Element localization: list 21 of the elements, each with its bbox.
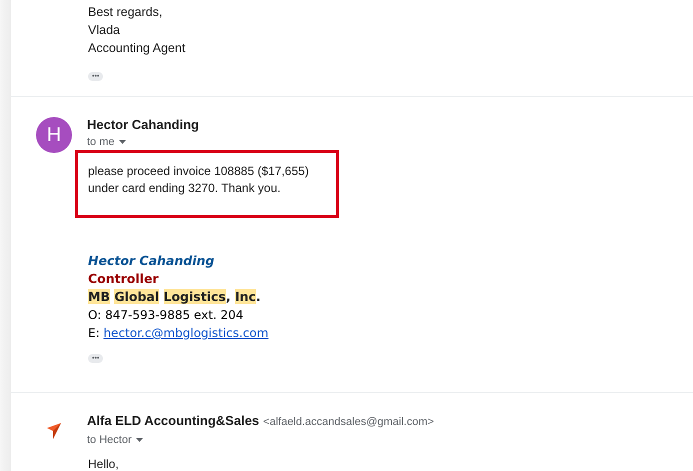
avatar: H	[36, 117, 72, 153]
sender-name: Hector Cahanding	[87, 117, 199, 132]
logo-icon	[47, 423, 61, 439]
sender-address: <alfaeld.accandsales@gmail.com>	[263, 416, 434, 428]
message-text: please proceed invoice 108885 ($17,655)	[88, 163, 310, 180]
email-label: E:	[88, 326, 101, 340]
sender-name: Alfa ELD Accounting&Sales	[87, 413, 260, 428]
email-link[interactable]: hector.c@mbglogistics.com	[103, 326, 268, 340]
company-name: MB Global Logistics, Inc.	[88, 288, 261, 306]
caret-icon[interactable]	[136, 438, 143, 442]
message-text: Hello,	[88, 456, 120, 471]
signature-name: Hector Cahanding	[88, 252, 214, 270]
closing-line: Best regards,	[88, 4, 164, 21]
message-text: under card ending 3270. Thank you.	[88, 180, 282, 197]
recipient-label: to me	[87, 135, 115, 150]
phone-number: O: 847-593-9885 ext. 204	[88, 307, 244, 324]
closing-line: Accounting Agent	[88, 40, 186, 57]
signature-title: Controller	[88, 270, 159, 288]
closing-line: Vlada	[88, 22, 121, 39]
caret-icon[interactable]	[118, 140, 126, 144]
recipient-label: to Hector	[87, 433, 132, 448]
